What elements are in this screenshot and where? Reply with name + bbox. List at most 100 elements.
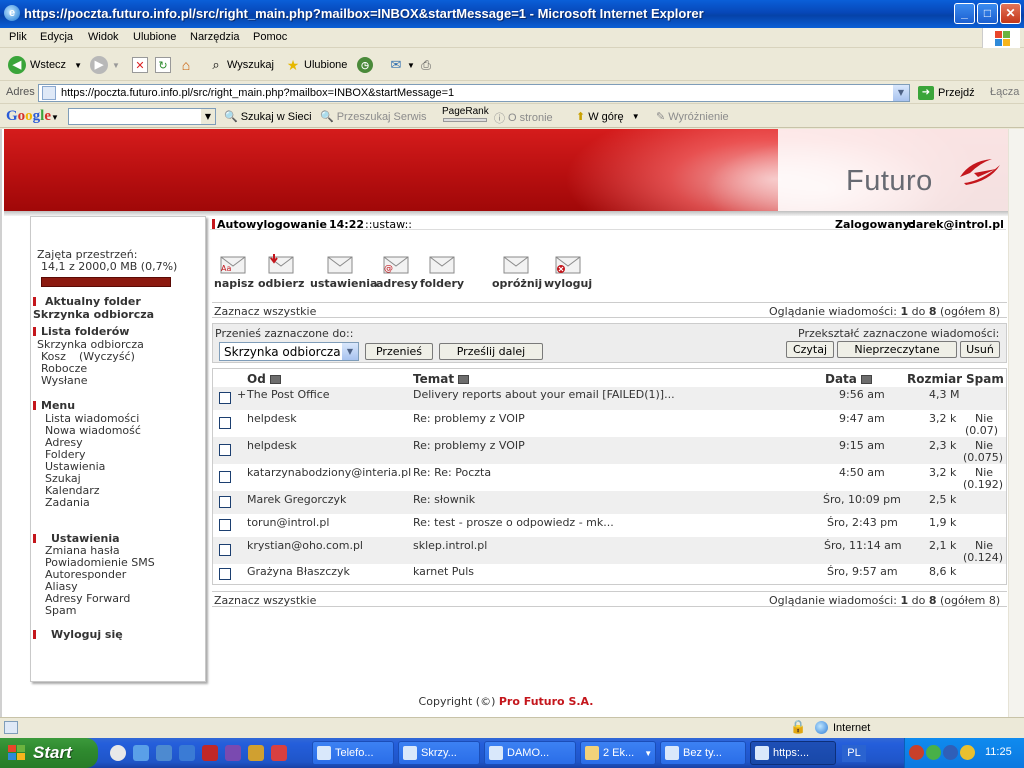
table-row[interactable]: krystian@oho.com.pl sklep.introl.pl Śro,…	[213, 537, 1006, 564]
print-button[interactable]: ⎙	[418, 55, 437, 75]
mail-button[interactable]: ✉ ▼	[388, 55, 415, 75]
column-subject[interactable]: Temat	[413, 372, 470, 386]
row-from[interactable]: The Post Office	[247, 388, 330, 401]
start-button[interactable]: Start	[0, 738, 98, 768]
row-subject[interactable]: Re: problemy z VOIP	[413, 412, 525, 425]
compose-action[interactable]: Aa napisz	[214, 254, 254, 290]
settings-action[interactable]: ustawienia	[310, 254, 377, 290]
forward-button[interactable]: ▶ ▼	[90, 55, 120, 75]
table-row[interactable]: helpdesk Re: problemy z VOIP 9:15 am 2,3…	[213, 437, 1006, 464]
delete-button[interactable]: Usuń	[960, 341, 1000, 358]
links-button[interactable]: Łącza	[990, 86, 1019, 98]
task-telefon[interactable]: Telefo...	[312, 741, 394, 765]
search-site-button[interactable]: 🔍 Przeszukaj Serwis	[320, 110, 427, 124]
current-folder-link[interactable]: Skrzynka odbiorcza	[33, 308, 154, 321]
task-browser-active[interactable]: https:...	[750, 741, 836, 765]
row-subject[interactable]: karnet Puls	[413, 565, 474, 578]
sort-icon[interactable]	[269, 374, 281, 384]
sort-icon[interactable]	[860, 374, 872, 384]
favorites-button[interactable]: ★ Ulubione	[285, 55, 348, 75]
menu-pomoc[interactable]: Pomoc	[253, 31, 287, 43]
stop-button[interactable]: ✕	[132, 55, 151, 75]
chevron-down-icon[interactable]: ▼	[201, 109, 215, 124]
go-button[interactable]: ➜ Przejdź	[918, 86, 975, 100]
table-row[interactable]: Grażyna Błaszczyk karnet Puls Śro, 9:57 …	[213, 564, 1006, 585]
about-page-button[interactable]: ⓘ O stronie	[494, 110, 553, 126]
menu-edycja[interactable]: Edycja	[40, 31, 73, 43]
menu-ulubione[interactable]: Ulubione	[133, 31, 176, 43]
mark-unread-button[interactable]: Nieprzeczytane	[837, 341, 957, 358]
quicklaunch-app-icon[interactable]	[202, 745, 218, 761]
row-from[interactable]: torun@introl.pl	[247, 516, 329, 529]
row-from[interactable]: Marek Gregorczyk	[247, 493, 346, 506]
row-from[interactable]: Grażyna Błaszczyk	[247, 565, 350, 578]
row-checkbox[interactable]	[219, 519, 231, 531]
task-damo[interactable]: DAMO...	[484, 741, 576, 765]
google-logo[interactable]: Google▼	[6, 108, 59, 125]
row-checkbox[interactable]	[219, 444, 231, 456]
history-button[interactable]: ◷	[357, 55, 377, 75]
table-row[interactable]: katarzynabodziony@interia.pl Re: Re: Poc…	[213, 464, 1006, 491]
quicklaunch-media-icon[interactable]	[179, 745, 195, 761]
logout-action[interactable]: wyloguj	[544, 254, 592, 290]
pagerank-indicator[interactable]: PageRank	[442, 107, 489, 122]
google-search-input[interactable]: ▼	[68, 108, 216, 125]
minimize-button[interactable]: _	[954, 3, 975, 24]
vertical-scrollbar[interactable]	[1008, 129, 1024, 717]
folders-action[interactable]: foldery	[420, 254, 464, 290]
maximize-button[interactable]: □	[977, 3, 998, 24]
table-row[interactable]: Marek Gregorczyk Re: słownik Śro, 10:09 …	[213, 491, 1006, 514]
thread-expand-icon[interactable]: +	[237, 388, 246, 401]
menu-widok[interactable]: Widok	[88, 31, 119, 43]
menu-plik[interactable]: Plik	[9, 31, 27, 43]
tray-check-icon[interactable]	[926, 745, 941, 760]
row-from[interactable]: helpdesk	[247, 439, 297, 452]
quicklaunch-app2-icon[interactable]	[225, 745, 241, 761]
row-checkbox[interactable]	[219, 568, 231, 580]
autologout-settings-link[interactable]: ::ustaw::	[365, 218, 412, 231]
quicklaunch-app4-icon[interactable]	[271, 745, 287, 761]
settings-spam[interactable]: Spam	[45, 604, 76, 617]
highlight-button[interactable]: ✎ Wyróżnienie	[656, 110, 729, 124]
task-skrzynka[interactable]: Skrzy...	[398, 741, 480, 765]
row-from[interactable]: katarzynabodziony@interia.pl	[247, 466, 411, 479]
task-explorer-group[interactable]: 2 Ek... ▼	[580, 741, 656, 765]
column-from[interactable]: Od	[247, 372, 281, 386]
row-subject[interactable]: Re: problemy z VOIP	[413, 439, 525, 452]
quicklaunch-app3-icon[interactable]	[248, 745, 264, 761]
row-checkbox[interactable]	[219, 471, 231, 483]
row-subject[interactable]: sklep.introl.pl	[413, 539, 487, 552]
move-button[interactable]: Przenieś	[365, 343, 433, 360]
tray-arrow-icon[interactable]	[909, 745, 924, 760]
title-bar[interactable]: e https://poczta.futuro.info.pl/src/righ…	[0, 0, 1024, 28]
addresses-action[interactable]: @ adresy	[376, 254, 418, 290]
row-checkbox[interactable]	[219, 544, 231, 556]
task-notepad[interactable]: Bez ty...	[660, 741, 746, 765]
quicklaunch-ie-icon[interactable]	[133, 745, 149, 761]
address-input[interactable]: https://poczta.futuro.info.pl/src/right_…	[38, 84, 910, 102]
logout-link[interactable]: Wyloguj się	[51, 628, 123, 641]
receive-action[interactable]: odbierz	[258, 254, 304, 290]
table-row[interactable]: + The Post Office Delivery reports about…	[213, 387, 1006, 410]
table-row[interactable]: torun@introl.pl Re: test - prosze o odpo…	[213, 514, 1006, 537]
empty-trash-link[interactable]: (Wyczyść)	[79, 350, 135, 363]
tray-volume-icon[interactable]	[960, 745, 975, 760]
chevron-down-icon[interactable]: ▼	[893, 85, 909, 101]
company-link[interactable]: Pro Futuro S.A.	[499, 695, 594, 708]
column-date[interactable]: Data	[825, 372, 872, 386]
row-checkbox[interactable]	[219, 417, 231, 429]
back-button[interactable]: ◀ Wstecz ▼	[8, 55, 82, 75]
menu-tasks[interactable]: Zadania	[45, 496, 90, 509]
table-row[interactable]: helpdesk Re: problemy z VOIP 9:47 am 3,2…	[213, 410, 1006, 437]
quicklaunch-desktop-icon[interactable]	[156, 745, 172, 761]
row-subject[interactable]: Re: test - prosze o odpowiedz - mk...	[413, 516, 614, 529]
select-all-link-top[interactable]: Zaznacz wszystkie	[214, 305, 316, 318]
tray-network-icon[interactable]	[943, 745, 958, 760]
home-button[interactable]: ⌂	[178, 55, 197, 75]
close-button[interactable]: ✕	[1000, 3, 1021, 24]
row-subject[interactable]: Re: Re: Poczta	[413, 466, 491, 479]
menu-narzedzia[interactable]: Narzędzia	[190, 31, 240, 43]
refresh-button[interactable]: ↻	[155, 55, 174, 75]
row-from[interactable]: krystian@oho.com.pl	[247, 539, 363, 552]
mark-read-button[interactable]: Czytaj	[786, 341, 834, 358]
